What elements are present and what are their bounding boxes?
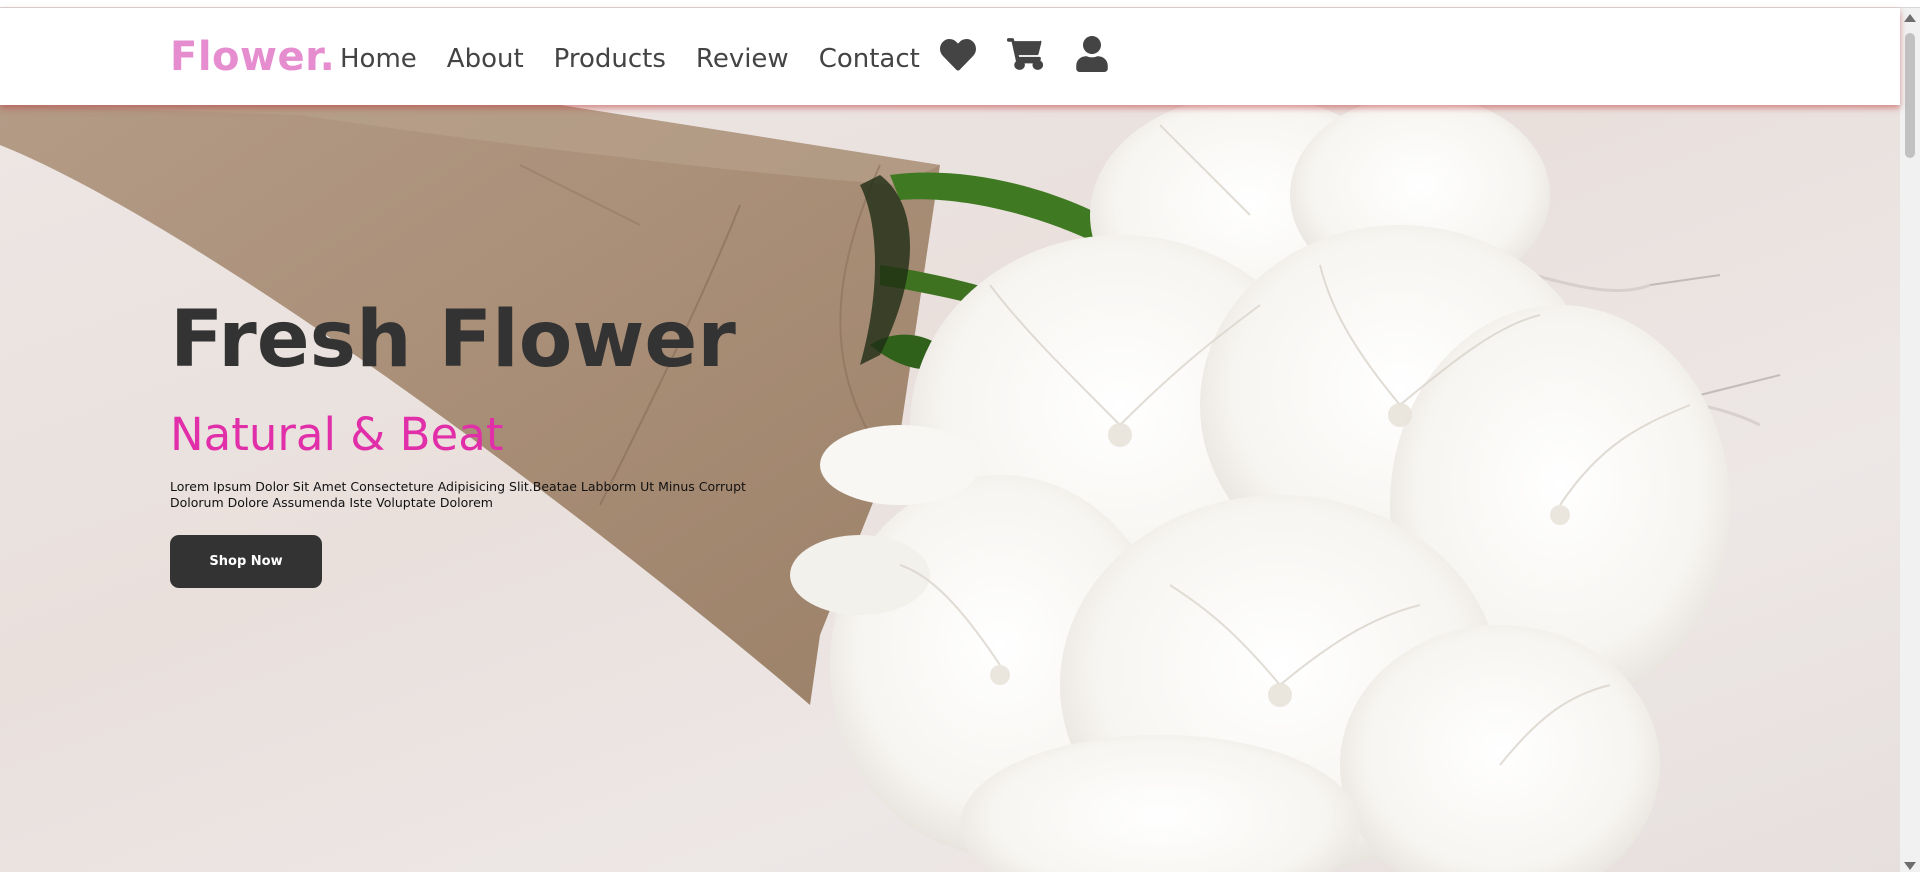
scrollbar-thumb[interactable] [1905,33,1915,158]
hero-section: Fresh Flower Natural & Beat Lorem Ipsum … [0,105,1900,872]
main-nav: Home About Products Review Contact [340,44,950,74]
site-logo[interactable]: Flower. [170,34,335,80]
nav-review[interactable]: Review [696,44,789,74]
cart-icon[interactable] [1007,36,1043,72]
heart-icon[interactable] [940,36,976,72]
scroll-down-arrow-icon[interactable] [1904,862,1916,870]
nav-about[interactable]: About [447,44,524,74]
scroll-up-arrow-icon[interactable] [1904,14,1916,22]
nav-products[interactable]: Products [554,44,666,74]
nav-contact[interactable]: Contact [819,44,920,74]
user-icon[interactable] [1074,36,1110,72]
nav-home[interactable]: Home [340,44,417,74]
hero-subtitle: Natural & Beat [170,408,504,461]
header-icons [940,36,1141,72]
site-header: Flower. Home About Products Review Conta… [0,8,1900,105]
shop-now-button[interactable]: Shop Now [170,535,322,588]
page-scrollbar[interactable] [1900,8,1920,872]
hero-title: Fresh Flower [170,295,736,385]
hero-description: Lorem Ipsum Dolor Sit Amet Consecteture … [170,479,746,510]
browser-top-edge [0,0,1920,8]
